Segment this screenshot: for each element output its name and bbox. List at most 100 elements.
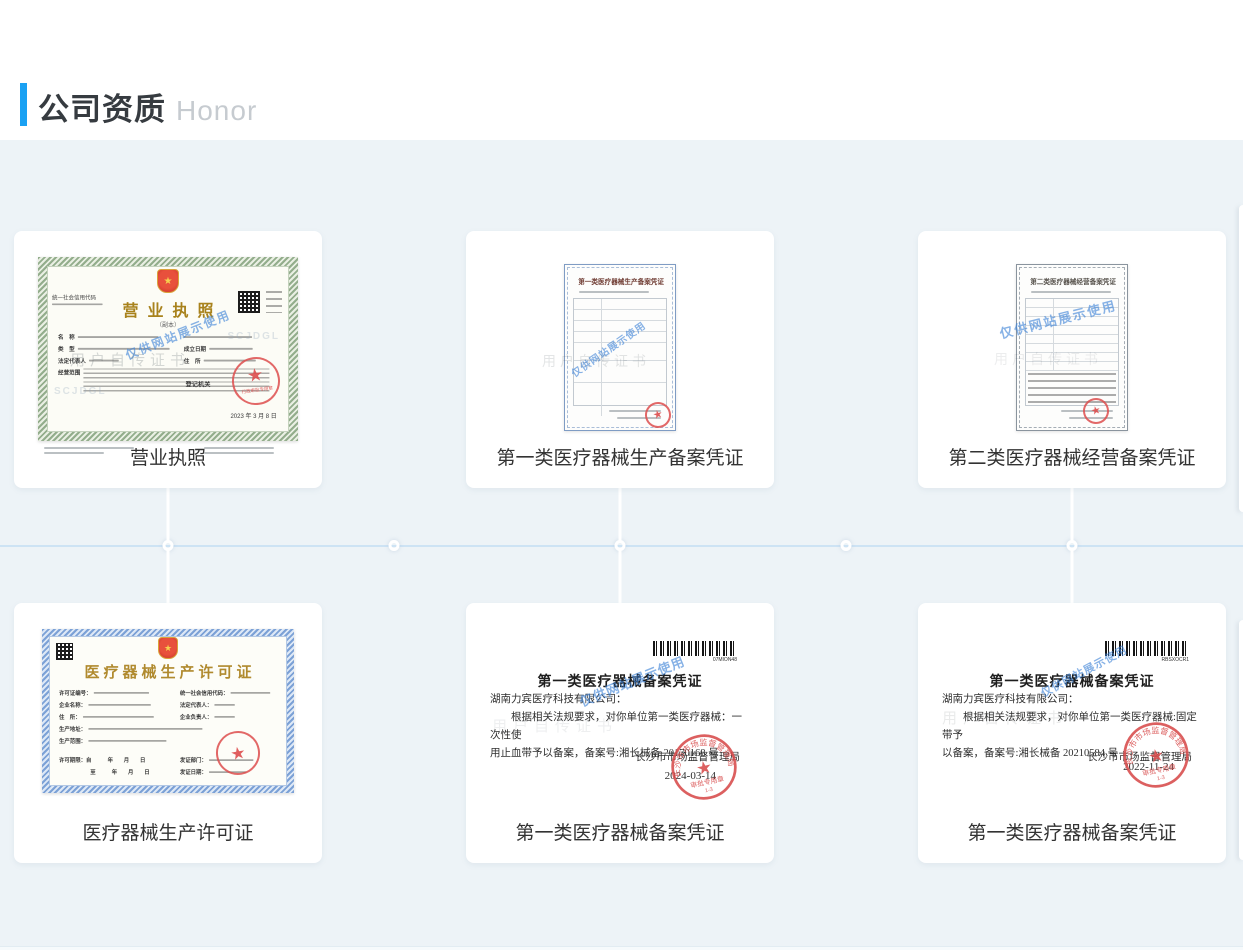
table-row	[1026, 326, 1118, 335]
qr-code	[238, 291, 260, 313]
section-header: 公司资质 Honor	[0, 0, 1243, 140]
timeline-connector	[1071, 549, 1074, 603]
national-emblem-icon: ★	[158, 637, 178, 659]
seal-star-icon: ★	[694, 756, 714, 779]
official-seal: 长沙市市场监督管理局 ★ 审批专用章 1-3	[664, 727, 745, 808]
timeline-node	[389, 540, 400, 551]
seal-star-icon: ★	[652, 408, 664, 421]
business-license-image: ★ 统一社会信用代码 营业执照 （副本） 名 称	[38, 257, 298, 441]
certificate-label: 医疗器械生产许可证	[14, 818, 322, 845]
table-row	[1026, 308, 1118, 317]
text-line	[266, 291, 282, 313]
text-line	[89, 360, 119, 362]
field-label: 至 年 月 日	[90, 768, 149, 776]
field-label: 名 称	[58, 333, 75, 341]
table-row	[574, 321, 666, 332]
certificate-table	[573, 298, 667, 406]
section-title-zh: 公司资质	[38, 92, 166, 127]
field-label: 法定代表人：	[180, 701, 212, 709]
section-title: 公司资质 Honor	[38, 84, 257, 129]
table-row	[1026, 344, 1118, 353]
qualifications-page: 公司资质Honor ★ 统一社会信用代码	[0, 0, 1243, 950]
seal-star-icon: ★	[246, 365, 264, 385]
field-label: 法定代表人	[58, 357, 86, 365]
table-row	[1026, 317, 1118, 326]
copy-note: （副本）	[96, 320, 240, 329]
field-label: 住 所：	[59, 713, 81, 721]
field-label: 许可期限：自 年 月 日	[59, 756, 145, 764]
table-row	[1026, 335, 1118, 344]
issue-date: 2023 年 3 月 8 日	[230, 411, 276, 420]
field-label: 生产地址：	[59, 725, 86, 733]
certificate-card-filing-a[interactable]: 07MION48 第一类医疗器械备案凭证 湖南力宾医疗科技有限公司： 根据相关法…	[466, 603, 774, 863]
field-label: 住 所	[184, 357, 201, 365]
national-emblem-icon: ★	[157, 269, 179, 293]
table-row	[1026, 362, 1118, 371]
certificate-label: 第一类医疗器械备案凭证	[918, 818, 1226, 845]
table-row	[574, 361, 666, 383]
certificate-card-production-filing[interactable]: 第一类医疗器械生产备案凭证 ★ 仅供网站展示使用 用户自传证书 第一类医疗器械生…	[466, 231, 774, 488]
text-line	[215, 704, 235, 706]
certificate-title: 第二类医疗器械经营备案凭证	[1017, 277, 1129, 287]
table-row	[574, 332, 666, 343]
field-label: 企业名称：	[59, 701, 86, 709]
operation-filing-image: 第二类医疗器械经营备案凭证 ★	[1016, 264, 1128, 431]
certificate-card-business-license[interactable]: ★ 统一社会信用代码 营业执照 （副本） 名 称	[14, 231, 322, 488]
seal-star-icon: ★	[229, 743, 247, 762]
seal-star-icon: ★	[1146, 744, 1166, 767]
certificate-title: 第一类医疗器械生产备案凭证	[565, 277, 677, 287]
field-label: 经营范围	[58, 368, 80, 376]
barcode	[1105, 641, 1189, 656]
body-line: 湖南力宾医疗科技有限公司：	[942, 691, 1204, 709]
field-label: 企业负责人：	[180, 713, 212, 721]
field-label: 发证日期：	[180, 768, 207, 776]
text-line	[209, 348, 252, 350]
field-label: 许可证编号：	[59, 689, 91, 697]
text-line	[215, 716, 235, 718]
text-line	[1031, 291, 1111, 293]
text-line	[78, 336, 159, 338]
text-line	[184, 336, 252, 338]
text-line	[78, 348, 170, 350]
timeline-connector	[1071, 488, 1074, 542]
text-line	[88, 728, 202, 730]
certificate-label: 营业执照	[14, 443, 322, 470]
seal-index-text: 1-3	[705, 787, 714, 795]
seal-banner-text: 行政审批专用章	[241, 383, 273, 394]
section-bottom-edge	[0, 946, 1243, 950]
next-card-sliver[interactable]	[1239, 205, 1243, 512]
text-line	[88, 704, 150, 706]
certificate-card-operation-filing[interactable]: 第二类医疗器械经营备案凭证 ★ 仅供网站展示使用 用户自传	[918, 231, 1226, 488]
certificates-section: ★ 统一社会信用代码 营业执照 （副本） 名 称	[0, 140, 1243, 950]
qr-code	[56, 643, 73, 660]
text-line	[579, 291, 649, 293]
timeline-node	[841, 540, 852, 551]
certificate-card-production-license[interactable]: ★ 医疗器械生产许可证 许可证编号： 统一社会信用代码： 企业名称： 法定代表人…	[14, 603, 322, 863]
table-row	[574, 310, 666, 321]
table-row	[574, 343, 666, 361]
seal-index-text: 1-3	[1157, 775, 1166, 783]
text-line	[94, 692, 149, 694]
text-line	[231, 692, 271, 694]
table-row	[1026, 299, 1118, 308]
certificate-title: 第一类医疗器械备案凭证	[466, 671, 774, 691]
official-seal: 长沙市市场监督管理局 ★ 审批专用章 1-3	[1116, 715, 1197, 796]
certificate-table	[1025, 298, 1119, 406]
certificate-label: 第二类医疗器械经营备案凭证	[918, 443, 1226, 470]
section-title-en: Honor	[176, 95, 257, 126]
barcode-text: RBSXOCR1	[1147, 657, 1189, 663]
text-line	[88, 740, 166, 742]
certificate-card-filing-b[interactable]: RBSXOCR1 第一类医疗器械备案凭证 湖南力宾医疗科技有限公司： 根据相关法…	[918, 603, 1226, 863]
table-row	[574, 299, 666, 310]
next-card-sliver[interactable]	[1239, 620, 1243, 860]
certificate-label: 第一类医疗器械生产备案凭证	[466, 443, 774, 470]
field-label: 生产范围：	[59, 737, 86, 745]
text-line	[83, 716, 154, 718]
field-label: 成立日期	[184, 345, 206, 353]
field-label: 发证部门：	[180, 756, 207, 764]
barcode	[653, 641, 737, 656]
barcode-text: 07MION48	[695, 657, 737, 663]
production-filing-image: 第一类医疗器械生产备案凭证 ★	[564, 264, 676, 431]
body-line: 湖南力宾医疗科技有限公司：	[490, 691, 752, 709]
timeline-connector	[167, 488, 170, 542]
